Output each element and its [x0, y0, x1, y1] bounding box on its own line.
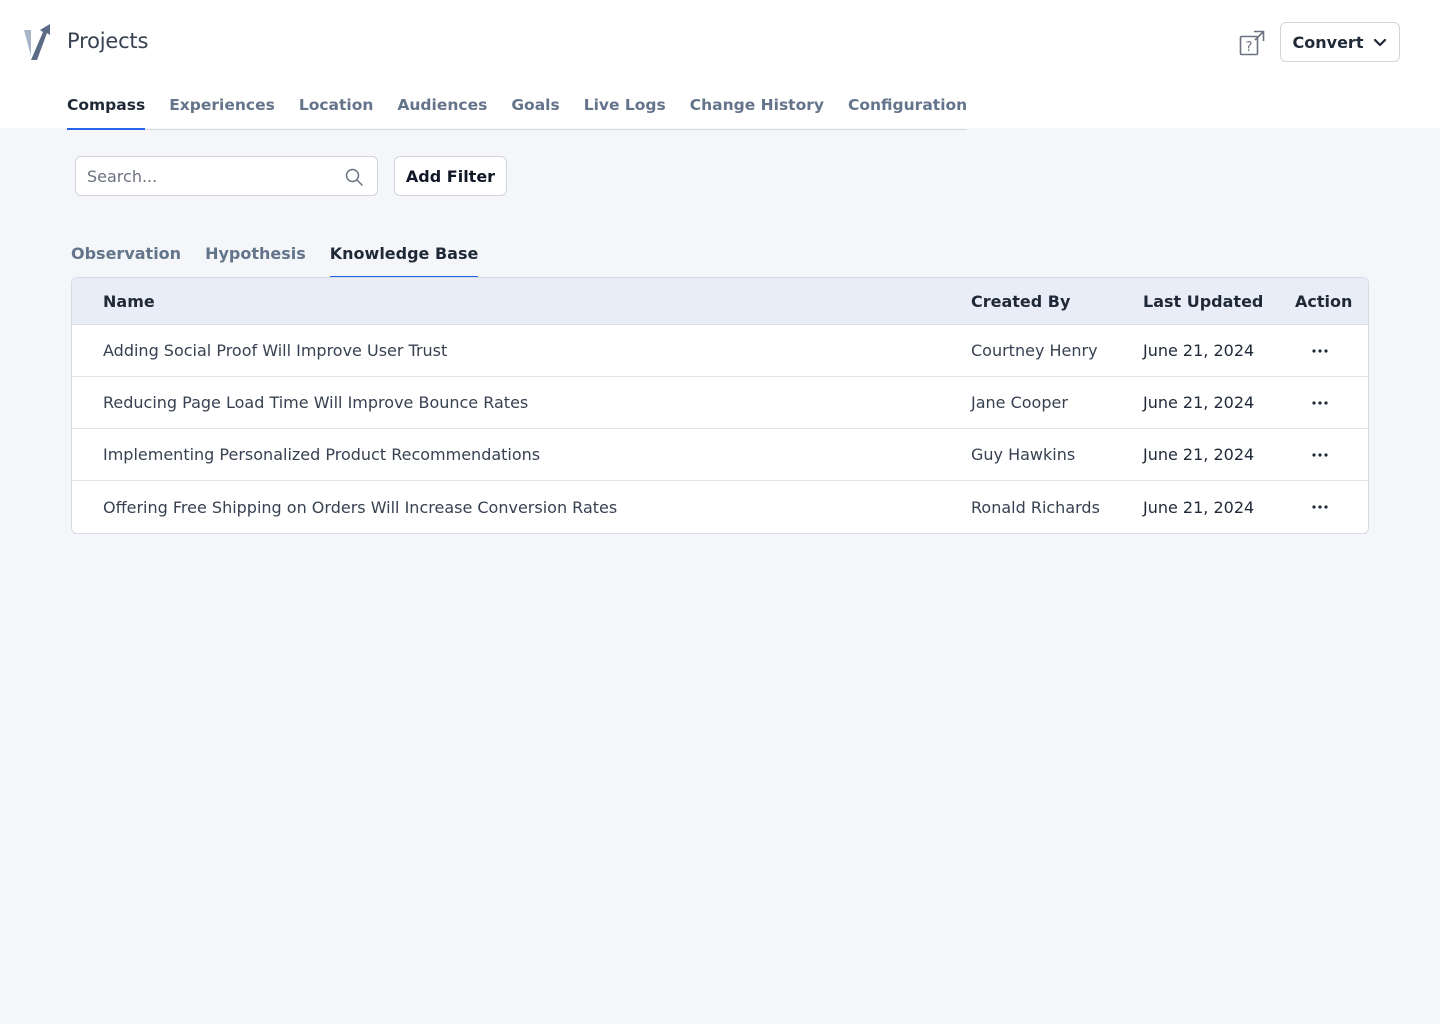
table-row[interactable]: Implementing Personalized Product Recomm… [72, 429, 1368, 481]
nav-item-audiences[interactable]: Audiences [397, 96, 487, 129]
more-options-icon[interactable] [1310, 377, 1330, 428]
column-header-last-updated[interactable]: Last Updated [1143, 278, 1263, 324]
row-created-by: Ronald Richards [971, 497, 1100, 517]
row-name[interactable]: Reducing Page Load Time Will Improve Bou… [103, 377, 528, 428]
more-options-icon[interactable] [1310, 325, 1330, 376]
tab-hypothesis[interactable]: Hypothesis [205, 244, 306, 278]
page-title: Projects [67, 29, 149, 53]
help-external-icon[interactable]: ? [1238, 29, 1266, 57]
search-box [75, 156, 378, 196]
compass-tabs: Observation Hypothesis Knowledge Base [71, 244, 478, 278]
row-last-updated: June 21, 2024 [1143, 393, 1255, 412]
svg-text:?: ? [1246, 40, 1253, 55]
table-row[interactable]: Adding Social Proof Will Improve User Tr… [72, 325, 1368, 377]
nav-item-location[interactable]: Location [299, 96, 374, 129]
row-last-updated: June 21, 2024 [1143, 445, 1255, 464]
column-header-action: Action [1295, 291, 1353, 311]
logo-icon[interactable] [22, 22, 54, 62]
row-name[interactable]: Offering Free Shipping on Orders Will In… [103, 481, 617, 533]
column-header-name[interactable]: Name [103, 278, 155, 324]
nav-item-compass[interactable]: Compass [67, 96, 146, 130]
tab-observation[interactable]: Observation [71, 244, 181, 278]
nav-item-live-logs[interactable]: Live Logs [584, 96, 666, 129]
nav-item-experiences[interactable]: Experiences [169, 96, 275, 129]
more-options-icon[interactable] [1310, 481, 1330, 533]
knowledge-base-table: Name Created By Last Updated Action Addi… [71, 277, 1369, 534]
table-row[interactable]: Offering Free Shipping on Orders Will In… [72, 481, 1368, 533]
nav-item-configuration[interactable]: Configuration [848, 96, 967, 129]
top-bar: Projects ? Convert Compass Experiences L… [0, 0, 1440, 130]
row-created-by: Courtney Henry [971, 341, 1098, 360]
add-filter-button[interactable]: Add Filter [394, 156, 507, 196]
nav-item-change-history[interactable]: Change History [690, 96, 824, 129]
row-created-by: Jane Cooper [971, 393, 1068, 412]
convert-button-label: Convert [1292, 32, 1364, 52]
main-navigation: Compass Experiences Location Audiences G… [67, 96, 968, 130]
column-header-created-by[interactable]: Created By [971, 278, 1070, 324]
row-name[interactable]: Adding Social Proof Will Improve User Tr… [103, 325, 447, 376]
row-created-by: Guy Hawkins [971, 445, 1076, 464]
row-last-updated: June 21, 2024 [1143, 341, 1255, 360]
search-icon[interactable] [345, 168, 363, 186]
search-input[interactable] [76, 157, 336, 195]
convert-button[interactable]: Convert [1280, 22, 1400, 62]
nav-item-goals[interactable]: Goals [511, 96, 559, 129]
row-name[interactable]: Implementing Personalized Product Recomm… [103, 429, 540, 480]
table-header: Name Created By Last Updated Action [72, 278, 1368, 325]
tab-knowledge-base[interactable]: Knowledge Base [329, 244, 478, 278]
more-options-icon[interactable] [1310, 429, 1330, 480]
chevron-down-icon [1374, 38, 1387, 47]
table-row[interactable]: Reducing Page Load Time Will Improve Bou… [72, 377, 1368, 429]
row-last-updated: June 21, 2024 [1143, 497, 1255, 517]
